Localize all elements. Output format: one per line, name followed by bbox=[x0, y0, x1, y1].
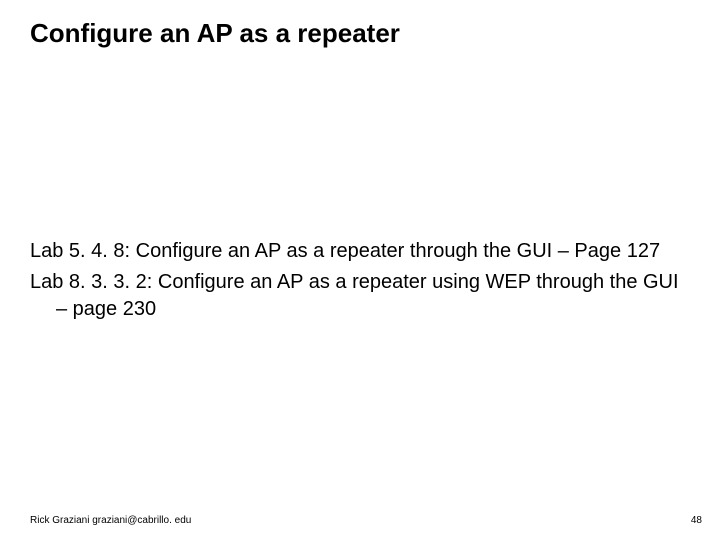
footer-author: Rick Graziani graziani@cabrillo. edu bbox=[30, 515, 191, 526]
footer: Rick Graziani graziani@cabrillo. edu 48 bbox=[30, 515, 702, 526]
lab-item: Lab 5. 4. 8: Configure an AP as a repeat… bbox=[30, 238, 690, 265]
slide: Configure an AP as a repeater Lab 5. 4. … bbox=[0, 0, 720, 540]
footer-page-number: 48 bbox=[691, 515, 702, 526]
page-title: Configure an AP as a repeater bbox=[30, 18, 690, 49]
lab-item: Lab 8. 3. 3. 2: Configure an AP as a rep… bbox=[30, 269, 690, 323]
body-content: Lab 5. 4. 8: Configure an AP as a repeat… bbox=[30, 238, 690, 327]
